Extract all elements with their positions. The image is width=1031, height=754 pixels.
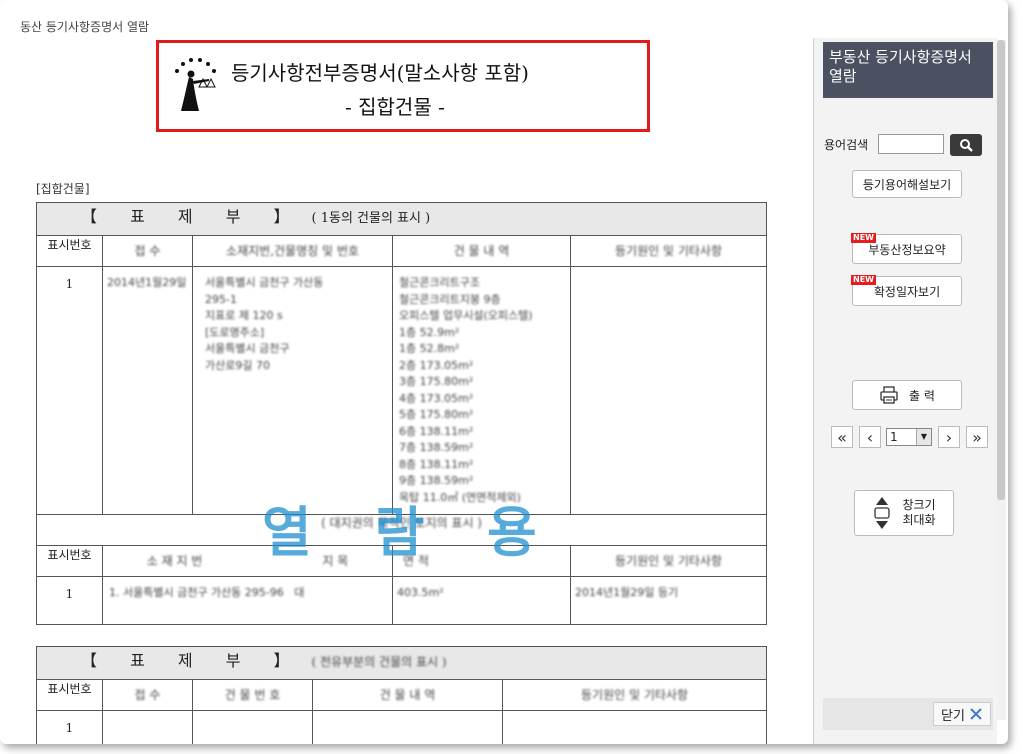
chevron-left-icon: ‹ (866, 427, 874, 447)
detail-line: 1층 52.9m² (399, 325, 460, 339)
page-select[interactable]: 1 ▼ (886, 428, 932, 446)
watermark: 열 람 용 (262, 501, 559, 564)
new-badge: NEW (851, 233, 876, 243)
close-button-label: 닫기 (941, 708, 965, 724)
window-title: 동산 등기사항증명서 열람 (20, 20, 150, 34)
chevron-down-icon: ▼ (916, 429, 931, 445)
term-search-input[interactable] (878, 134, 944, 154)
detail-line: 7층 138.59m² (399, 441, 474, 454)
row-location: 서울특별시 금천구 가산동 295-1 지표로 제 120 s [도로명주소] … (192, 266, 393, 515)
detail-line: 6층 138.11m² (399, 424, 474, 438)
summary-button-label: 부동산정보요약 (868, 242, 946, 257)
t2-col-number: 표시번호 (36, 679, 103, 711)
row-detail: 철근콘크리트구조 철근콘크리트지붕 9층 오피스텔 업무시설(오피스텔) 1층 … (392, 266, 571, 515)
last-page-button[interactable]: » (966, 426, 988, 448)
panel-header: 부동산 등기사항증명서 열람 (823, 42, 993, 98)
detail-line: 철근콘크리트구조 (399, 276, 480, 289)
location-line: 가산로9길 70 (205, 358, 270, 372)
chevron-right-icon: › (945, 427, 953, 447)
detail-line: 4층 173.05m² (399, 391, 474, 405)
location-line: 서울특별시 금천구 가산동 (205, 276, 324, 289)
search-icon (960, 139, 973, 152)
col-location: 소재지번,건물명칭 및 번호 (192, 235, 393, 267)
t2-col-receipt: 접 수 (102, 679, 193, 711)
close-area: 닫기 (823, 698, 993, 730)
t2-col-detail: 건 물 내 역 (312, 679, 503, 711)
table2-header: 【 표 제 부 】 ( 전유부분의 건물의 표시 ) (36, 646, 767, 680)
certificate-title: 등기사항전부증명서(말소사항 포함) (231, 61, 529, 85)
location-line: [도로명주소] (205, 325, 265, 339)
certificate-subtitle: - 집합건물 - (345, 95, 445, 119)
resize-button[interactable]: 창크기 최대화 (854, 490, 954, 536)
table2-header-title: 【 표 제 부 】 (81, 651, 304, 670)
scrollbar-thumb[interactable] (997, 40, 1005, 500)
term-search-label: 용어검색 (824, 138, 869, 152)
table1-header-sub: ( 1동의 건물의 표시 ) (311, 211, 431, 226)
col-detail: 건 물 내 역 (392, 235, 571, 267)
col-cause: 등기원인 및 기타사항 (569, 235, 768, 267)
printer-icon (880, 386, 898, 404)
row-number: 1 (36, 266, 103, 515)
section-label: [집합건물] (36, 182, 90, 196)
location-line: 지표로 제 120 s (205, 309, 283, 322)
close-icon (970, 708, 982, 720)
next-page-button[interactable]: › (938, 426, 960, 448)
row-cause (569, 266, 768, 515)
resize-button-line1: 창크기 (902, 498, 936, 512)
first-page-button[interactable]: « (831, 426, 853, 448)
double-chevron-left-icon: « (837, 427, 847, 447)
page-select-value: 1 (890, 430, 898, 444)
detail-line: 오피스텔 업무시설(오피스텔) (399, 309, 533, 322)
term-search-button[interactable] (950, 134, 982, 156)
table2-header-sub: ( 전유부분의 건물의 표시 ) (311, 655, 447, 669)
resize-button-label: 창크기 최대화 (902, 498, 935, 528)
side-panel: 부동산 등기사항증명서 열람 용어검색 등기용어해설보기 부동산정보요약 NEW… (813, 38, 997, 744)
glossary-button[interactable]: 등기용어해설보기 (852, 170, 962, 198)
col-number: 표시번호 (36, 235, 103, 267)
row2-cause: 2014년1월29일 등기 (569, 576, 768, 625)
row2-number: 1 (36, 576, 103, 625)
detail-line: 8층 138.11m² (399, 457, 474, 471)
col2-number: 표시번호 (36, 545, 103, 577)
prev-page-button[interactable]: ‹ (859, 426, 881, 448)
col2-cause: 등기원인 및 기타사항 (569, 545, 768, 577)
t2-row-number: 1 (36, 710, 103, 744)
row2-location-group: 1. 서울특별시 금천구 가산동 295-96 대 (102, 576, 393, 625)
viewer-window: 동산 등기사항증명서 열람 등기사항전부증명서(말소사항 포함) - 집합건물 … (0, 0, 1008, 744)
col-receipt: 접 수 (102, 235, 193, 267)
detail-line: 2층 173.05m² (399, 358, 474, 372)
resize-button-line2: 최대화 (902, 513, 936, 527)
table1-header: 【 표 제 부 】 ( 1동의 건물의 표시 ) (35, 202, 768, 236)
detail-line: 철근콘크리트지붕 9층 (399, 292, 501, 306)
court-logo-icon (175, 58, 216, 111)
close-button[interactable]: 닫기 (933, 702, 991, 726)
col2-location: 소 재 지 번 (146, 554, 203, 568)
row-receipt: 2014년1월29일 (102, 266, 193, 515)
location-line: 295-1 (205, 292, 237, 306)
t2-col-cause: 등기원인 및 기타사항 (502, 679, 767, 711)
unit-title-table: 【 표 제 부 】 ( 전유부분의 건물의 표시 ) 표시번호 접 수 건 물 번… (36, 646, 767, 744)
certificate-title-box: 등기사항전부증명서(말소사항 포함) - 집합건물 - (156, 40, 650, 132)
print-button[interactable]: 출 력 (852, 380, 962, 410)
print-button-label: 출 력 (909, 388, 935, 403)
t2-col-number2: 건 물 번 호 (192, 679, 313, 711)
new-badge: NEW (851, 275, 876, 285)
row2-area: 403.5m² (392, 576, 571, 625)
location-line: 서울특별시 금천구 (205, 342, 290, 355)
detail-line: 3층 175.80m² (399, 375, 474, 388)
date-button-label: 확정일자보기 (873, 284, 941, 299)
row2-location: 1. 서울특별시 금천구 가산동 295-96 (109, 586, 284, 599)
row2-category: 대 (294, 586, 305, 599)
double-chevron-right-icon: » (972, 427, 982, 447)
detail-line: 5층 175.80m² (399, 408, 474, 421)
table1-header-title: 【 표 제 부 】 (81, 207, 304, 226)
resize-vertical-icon (874, 497, 891, 529)
detail-line: 1층 52.8m² (399, 342, 460, 355)
